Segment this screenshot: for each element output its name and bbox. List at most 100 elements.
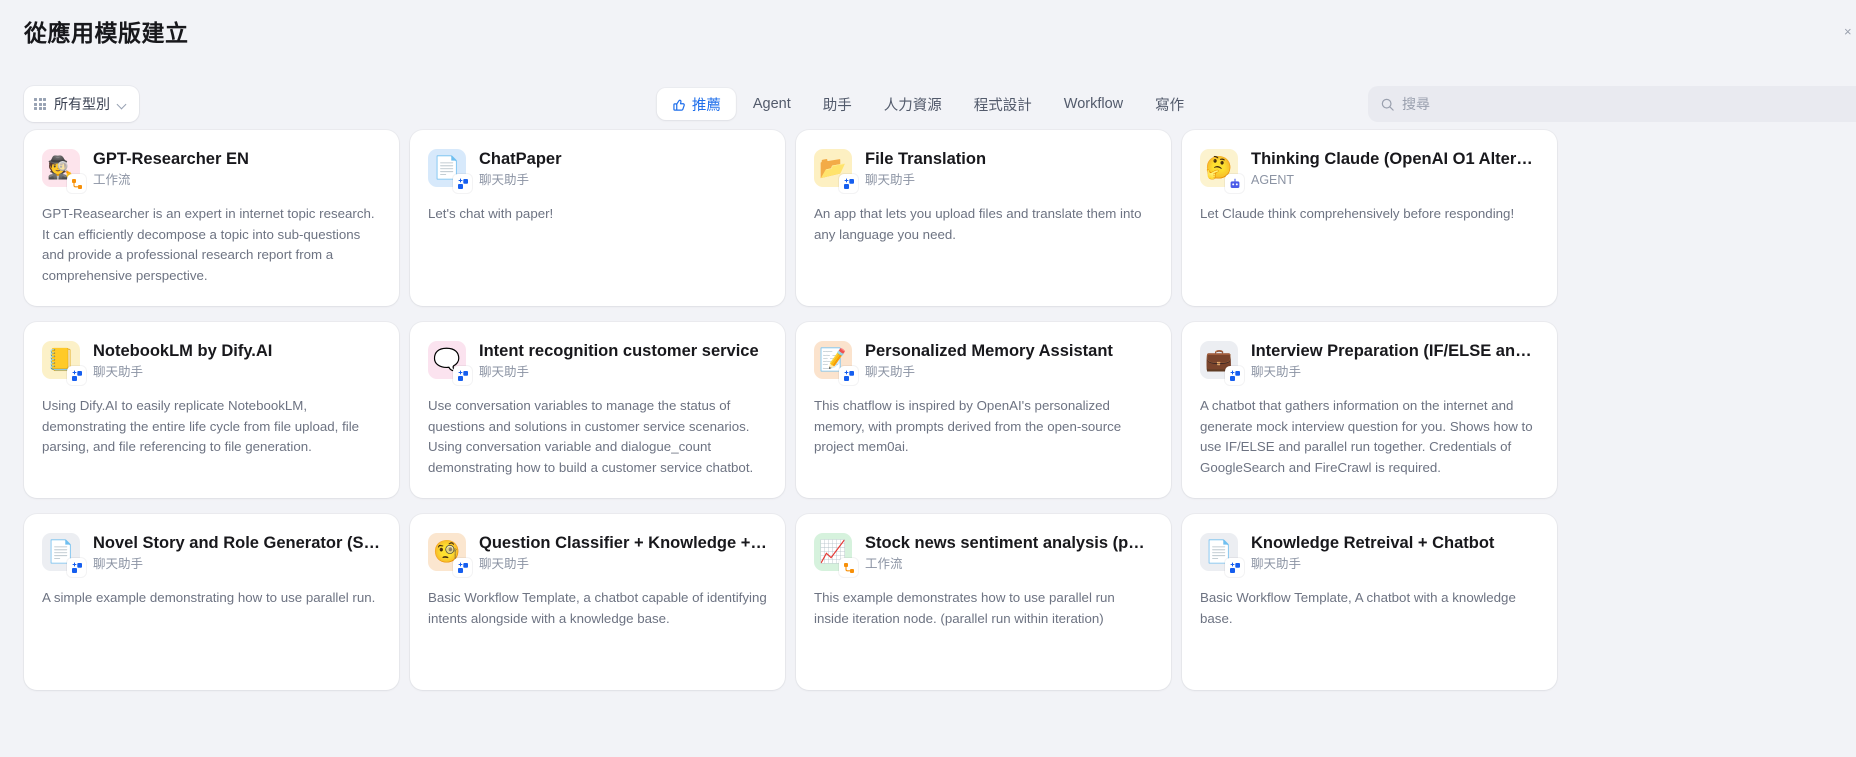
template-card-grid: 🕵️ GPT-Researcher EN 工作流 GPT-Reasearcher is… — [24, 130, 1856, 690]
thumbs-up-icon — [673, 99, 685, 111]
card-titles: GPT-Researcher EN 工作流 — [93, 149, 381, 188]
tab-workflow[interactable]: Workflow — [1049, 88, 1138, 120]
card-titles: Thinking Claude (OpenAI O1 Alterna… AGENT — [1251, 149, 1539, 188]
tab-agent[interactable]: Agent — [738, 88, 806, 120]
chat-assistant-type-badge-icon — [1225, 366, 1244, 385]
agent-type-badge-icon — [1225, 174, 1244, 193]
chat-assistant-type-badge-icon — [67, 558, 86, 577]
tab-programming[interactable]: 程式設計 — [959, 88, 1047, 120]
card-titles: Novel Story and Role Generator (Sim… 聊天助手 — [93, 533, 381, 572]
card-header: 📄 ChatPaper 聊天助手 — [428, 149, 767, 193]
card-description: Basic Workflow Template, A chatbot with … — [1200, 590, 1516, 626]
template-card[interactable]: 📄 Knowledge Retreival + Chatbot 聊天助手 Basic … — [1182, 514, 1557, 690]
card-description: Basic Workflow Template, a chatbot capab… — [428, 590, 767, 626]
template-card[interactable]: 📈 Stock news sentiment analysis (paral… 工作… — [796, 514, 1171, 690]
card-description: Use conversation variables to manage the… — [428, 398, 754, 475]
tab-label: 助手 — [822, 97, 852, 114]
tab-hr[interactable]: 人力資源 — [869, 88, 957, 120]
app-icon: 🤔 — [1200, 149, 1244, 193]
card-description: Using Dify.AI to easily replicate Notebo… — [42, 398, 360, 454]
tab-recommended[interactable]: 推薦 — [656, 88, 736, 120]
app-icon: 💼 — [1200, 341, 1244, 385]
page-title: 從應用模版建立 — [24, 20, 189, 46]
card-kind-label: 聊天助手 — [1251, 365, 1302, 379]
card-kind-label: 聊天助手 — [865, 173, 916, 187]
tab-writing[interactable]: 寫作 — [1140, 88, 1199, 120]
card-description: Let Claude think comprehensively before … — [1200, 206, 1515, 221]
card-titles: Knowledge Retreival + Chatbot 聊天助手 — [1251, 533, 1539, 572]
app-icon: 🧐 — [428, 533, 472, 577]
card-titles: Interview Preparation (IF/ELSE and P… 聊天助… — [1251, 341, 1539, 380]
tab-label: Agent — [752, 96, 791, 112]
template-card[interactable]: 🤔 Thinking Claude (OpenAI O1 Alterna… AGEN… — [1182, 130, 1557, 306]
card-kind-label: 聊天助手 — [93, 365, 144, 379]
app-icon: 🗨️ — [428, 341, 472, 385]
card-header: 📒 NotebookLM by Dify.AI 聊天助手 — [42, 341, 381, 385]
chat-assistant-type-badge-icon — [453, 366, 472, 385]
app-template-picker-page: 從應用模版建立 × 所有型別 推薦 Agent 助手 人力資源 程式設計 Wor… — [0, 0, 1856, 757]
card-header: 🗨️ Intent recognition customer service 聊天助… — [428, 341, 767, 385]
card-title: Personalized Memory Assistant — [865, 342, 1113, 360]
template-card[interactable]: 🕵️ GPT-Researcher EN 工作流 GPT-Reasearcher is… — [24, 130, 399, 306]
card-description: This example demonstrates how to use par… — [814, 590, 1115, 626]
template-card[interactable]: 📄 Novel Story and Role Generator (Sim… 聊天助… — [24, 514, 399, 690]
app-icon: 📄 — [428, 149, 472, 193]
card-header: 🤔 Thinking Claude (OpenAI O1 Alterna… AGEN… — [1200, 149, 1539, 193]
card-kind-label: 聊天助手 — [479, 173, 530, 187]
card-kind-label: 工作流 — [93, 173, 131, 187]
app-icon: 📝 — [814, 341, 858, 385]
app-icon: 📄 — [1200, 533, 1244, 577]
card-title: Interview Preparation (IF/ELSE and P… — [1251, 342, 1539, 360]
template-card[interactable]: 💼 Interview Preparation (IF/ELSE and P… 聊天… — [1182, 322, 1557, 498]
card-title: Intent recognition customer service — [479, 342, 759, 360]
search-input[interactable] — [1402, 96, 1856, 112]
template-card[interactable]: 📂 File Translation 聊天助手 An app that lets yo… — [796, 130, 1171, 306]
card-description: This chatflow is inspired by OpenAI's pe… — [814, 398, 1122, 454]
card-titles: NotebookLM by Dify.AI 聊天助手 — [93, 341, 381, 380]
card-kind-label: 聊天助手 — [1251, 557, 1302, 571]
search-box[interactable] — [1368, 86, 1856, 122]
chat-assistant-type-badge-icon — [839, 366, 858, 385]
tab-label: 程式設計 — [973, 97, 1032, 114]
card-title: File Translation — [865, 150, 987, 168]
chat-assistant-type-badge-icon — [453, 558, 472, 577]
app-icon: 📂 — [814, 149, 858, 193]
type-filter-dropdown[interactable]: 所有型別 — [24, 86, 139, 122]
card-header: 📄 Knowledge Retreival + Chatbot 聊天助手 — [1200, 533, 1539, 577]
card-description: An app that lets you upload files and tr… — [814, 206, 1142, 242]
tab-label: 寫作 — [1155, 97, 1185, 114]
card-title: Knowledge Retreival + Chatbot — [1251, 534, 1495, 552]
template-card[interactable]: 🧐 Question Classifier + Knowledge + C… 聊天助… — [410, 514, 785, 690]
card-title: Thinking Claude (OpenAI O1 Alterna… — [1251, 150, 1539, 168]
tab-assistant[interactable]: 助手 — [808, 88, 867, 120]
card-header: 🕵️ GPT-Researcher EN 工作流 — [42, 149, 381, 193]
card-description: GPT-Reasearcher is an expert in internet… — [42, 206, 375, 283]
card-kind-label: 聊天助手 — [93, 557, 144, 571]
card-title: ChatPaper — [479, 150, 562, 168]
card-title: Stock news sentiment analysis (paral… — [865, 534, 1153, 552]
card-description: Let's chat with paper! — [428, 206, 554, 221]
toolbar: 所有型別 推薦 Agent 助手 人力資源 程式設計 Workflow 寫作 搜… — [0, 86, 1856, 124]
card-description: A simple example demonstrating how to us… — [42, 590, 376, 605]
card-header: 📈 Stock news sentiment analysis (paral… 工作… — [814, 533, 1153, 577]
app-icon: 🕵️ — [42, 149, 86, 193]
tab-label: 推薦 — [691, 97, 721, 114]
template-card[interactable]: 📝 Personalized Memory Assistant 聊天助手 This c… — [796, 322, 1171, 498]
chat-assistant-type-badge-icon — [1225, 558, 1244, 577]
card-header: 🧐 Question Classifier + Knowledge + C… 聊天助… — [428, 533, 767, 577]
tab-label: 人力資源 — [883, 97, 942, 114]
category-tabs: 推薦 Agent 助手 人力資源 程式設計 Workflow 寫作 — [656, 86, 1199, 122]
card-kind-label: 聊天助手 — [865, 365, 916, 379]
close-icon[interactable]: × — [1844, 26, 1854, 38]
chat-assistant-type-badge-icon — [453, 174, 472, 193]
template-card[interactable]: 🗨️ Intent recognition customer service 聊天助… — [410, 322, 785, 498]
search-icon — [1381, 98, 1394, 111]
template-card[interactable]: 📒 NotebookLM by Dify.AI 聊天助手 Using Dify.AI … — [24, 322, 399, 498]
template-card[interactable]: 📄 ChatPaper 聊天助手 Let's chat with paper! — [410, 130, 785, 306]
app-icon: 📄 — [42, 533, 86, 577]
card-kind-label: 工作流 — [865, 557, 903, 571]
app-icon: 📒 — [42, 341, 86, 385]
card-titles: Question Classifier + Knowledge + C… 聊天助手 — [479, 533, 767, 572]
workflow-type-badge-icon — [839, 558, 858, 577]
type-filter-label: 所有型別 — [54, 96, 110, 112]
